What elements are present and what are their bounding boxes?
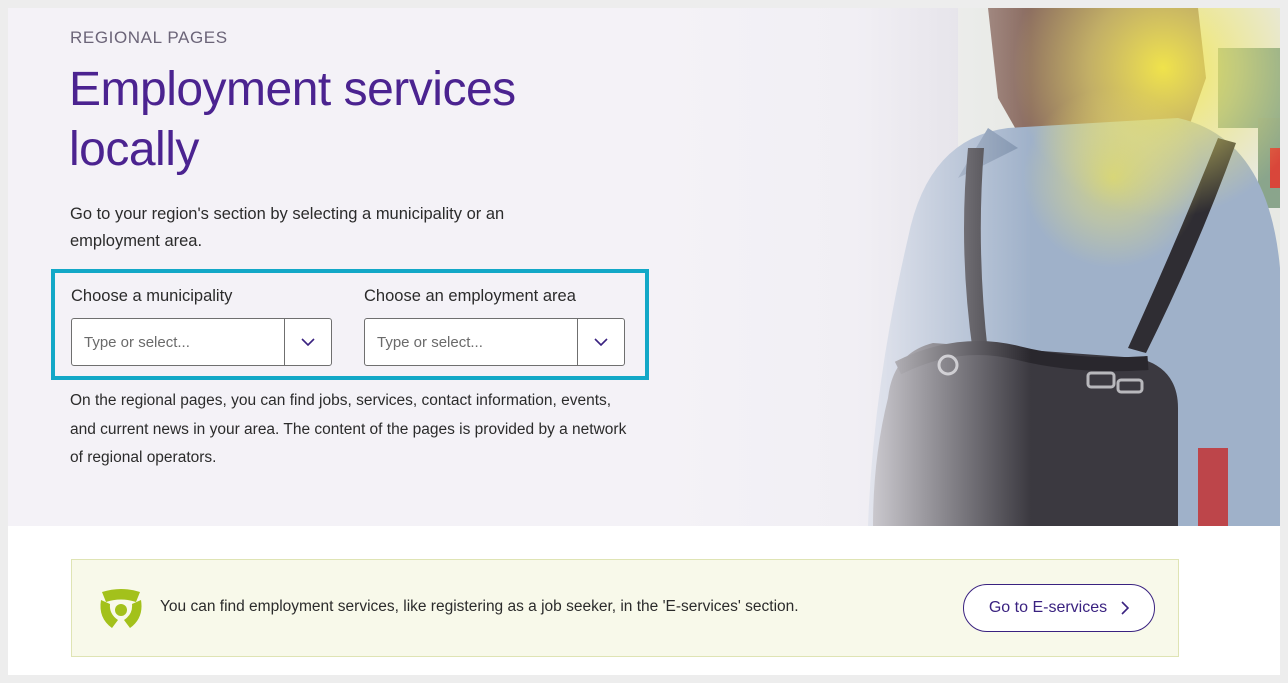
- employment-area-field: Choose an employment area: [364, 287, 625, 366]
- hero-section: REGIONAL PAGES Employment services local…: [8, 8, 1280, 526]
- municipality-combobox[interactable]: [71, 318, 332, 366]
- municipality-label: Choose a municipality: [71, 287, 233, 305]
- notice-message: You can find employment services, like r…: [160, 598, 799, 615]
- services-logo-icon: [100, 589, 142, 628]
- page-title: Employment services locally: [69, 63, 516, 176]
- page-frame: REGIONAL PAGES Employment services local…: [8, 8, 1280, 675]
- municipality-field: Choose a municipality: [71, 287, 332, 366]
- chevron-down-icon: [301, 338, 315, 346]
- region-selector-panel: Choose a municipality Choose an employme…: [51, 269, 649, 380]
- hero-photo: [658, 8, 1280, 526]
- e-services-notice: You can find employment services, like r…: [71, 559, 1179, 657]
- section-eyebrow: REGIONAL PAGES: [70, 28, 228, 47]
- regional-pages-description: On the regional pages, you can find jobs…: [70, 392, 627, 466]
- employment-area-label: Choose an employment area: [364, 287, 576, 305]
- go-to-e-services-label: Go to E-services: [988, 599, 1108, 616]
- chevron-down-icon: [594, 338, 608, 346]
- employment-area-combobox[interactable]: [364, 318, 625, 366]
- go-to-e-services-button[interactable]: Go to E-services: [963, 584, 1155, 632]
- employment-area-dropdown-toggle[interactable]: [577, 319, 624, 365]
- chevron-right-icon: [1121, 601, 1130, 615]
- intro-text: Go to your region's section by selecting…: [70, 205, 505, 250]
- employment-area-input[interactable]: [365, 319, 577, 365]
- municipality-input[interactable]: [72, 319, 284, 365]
- municipality-dropdown-toggle[interactable]: [284, 319, 331, 365]
